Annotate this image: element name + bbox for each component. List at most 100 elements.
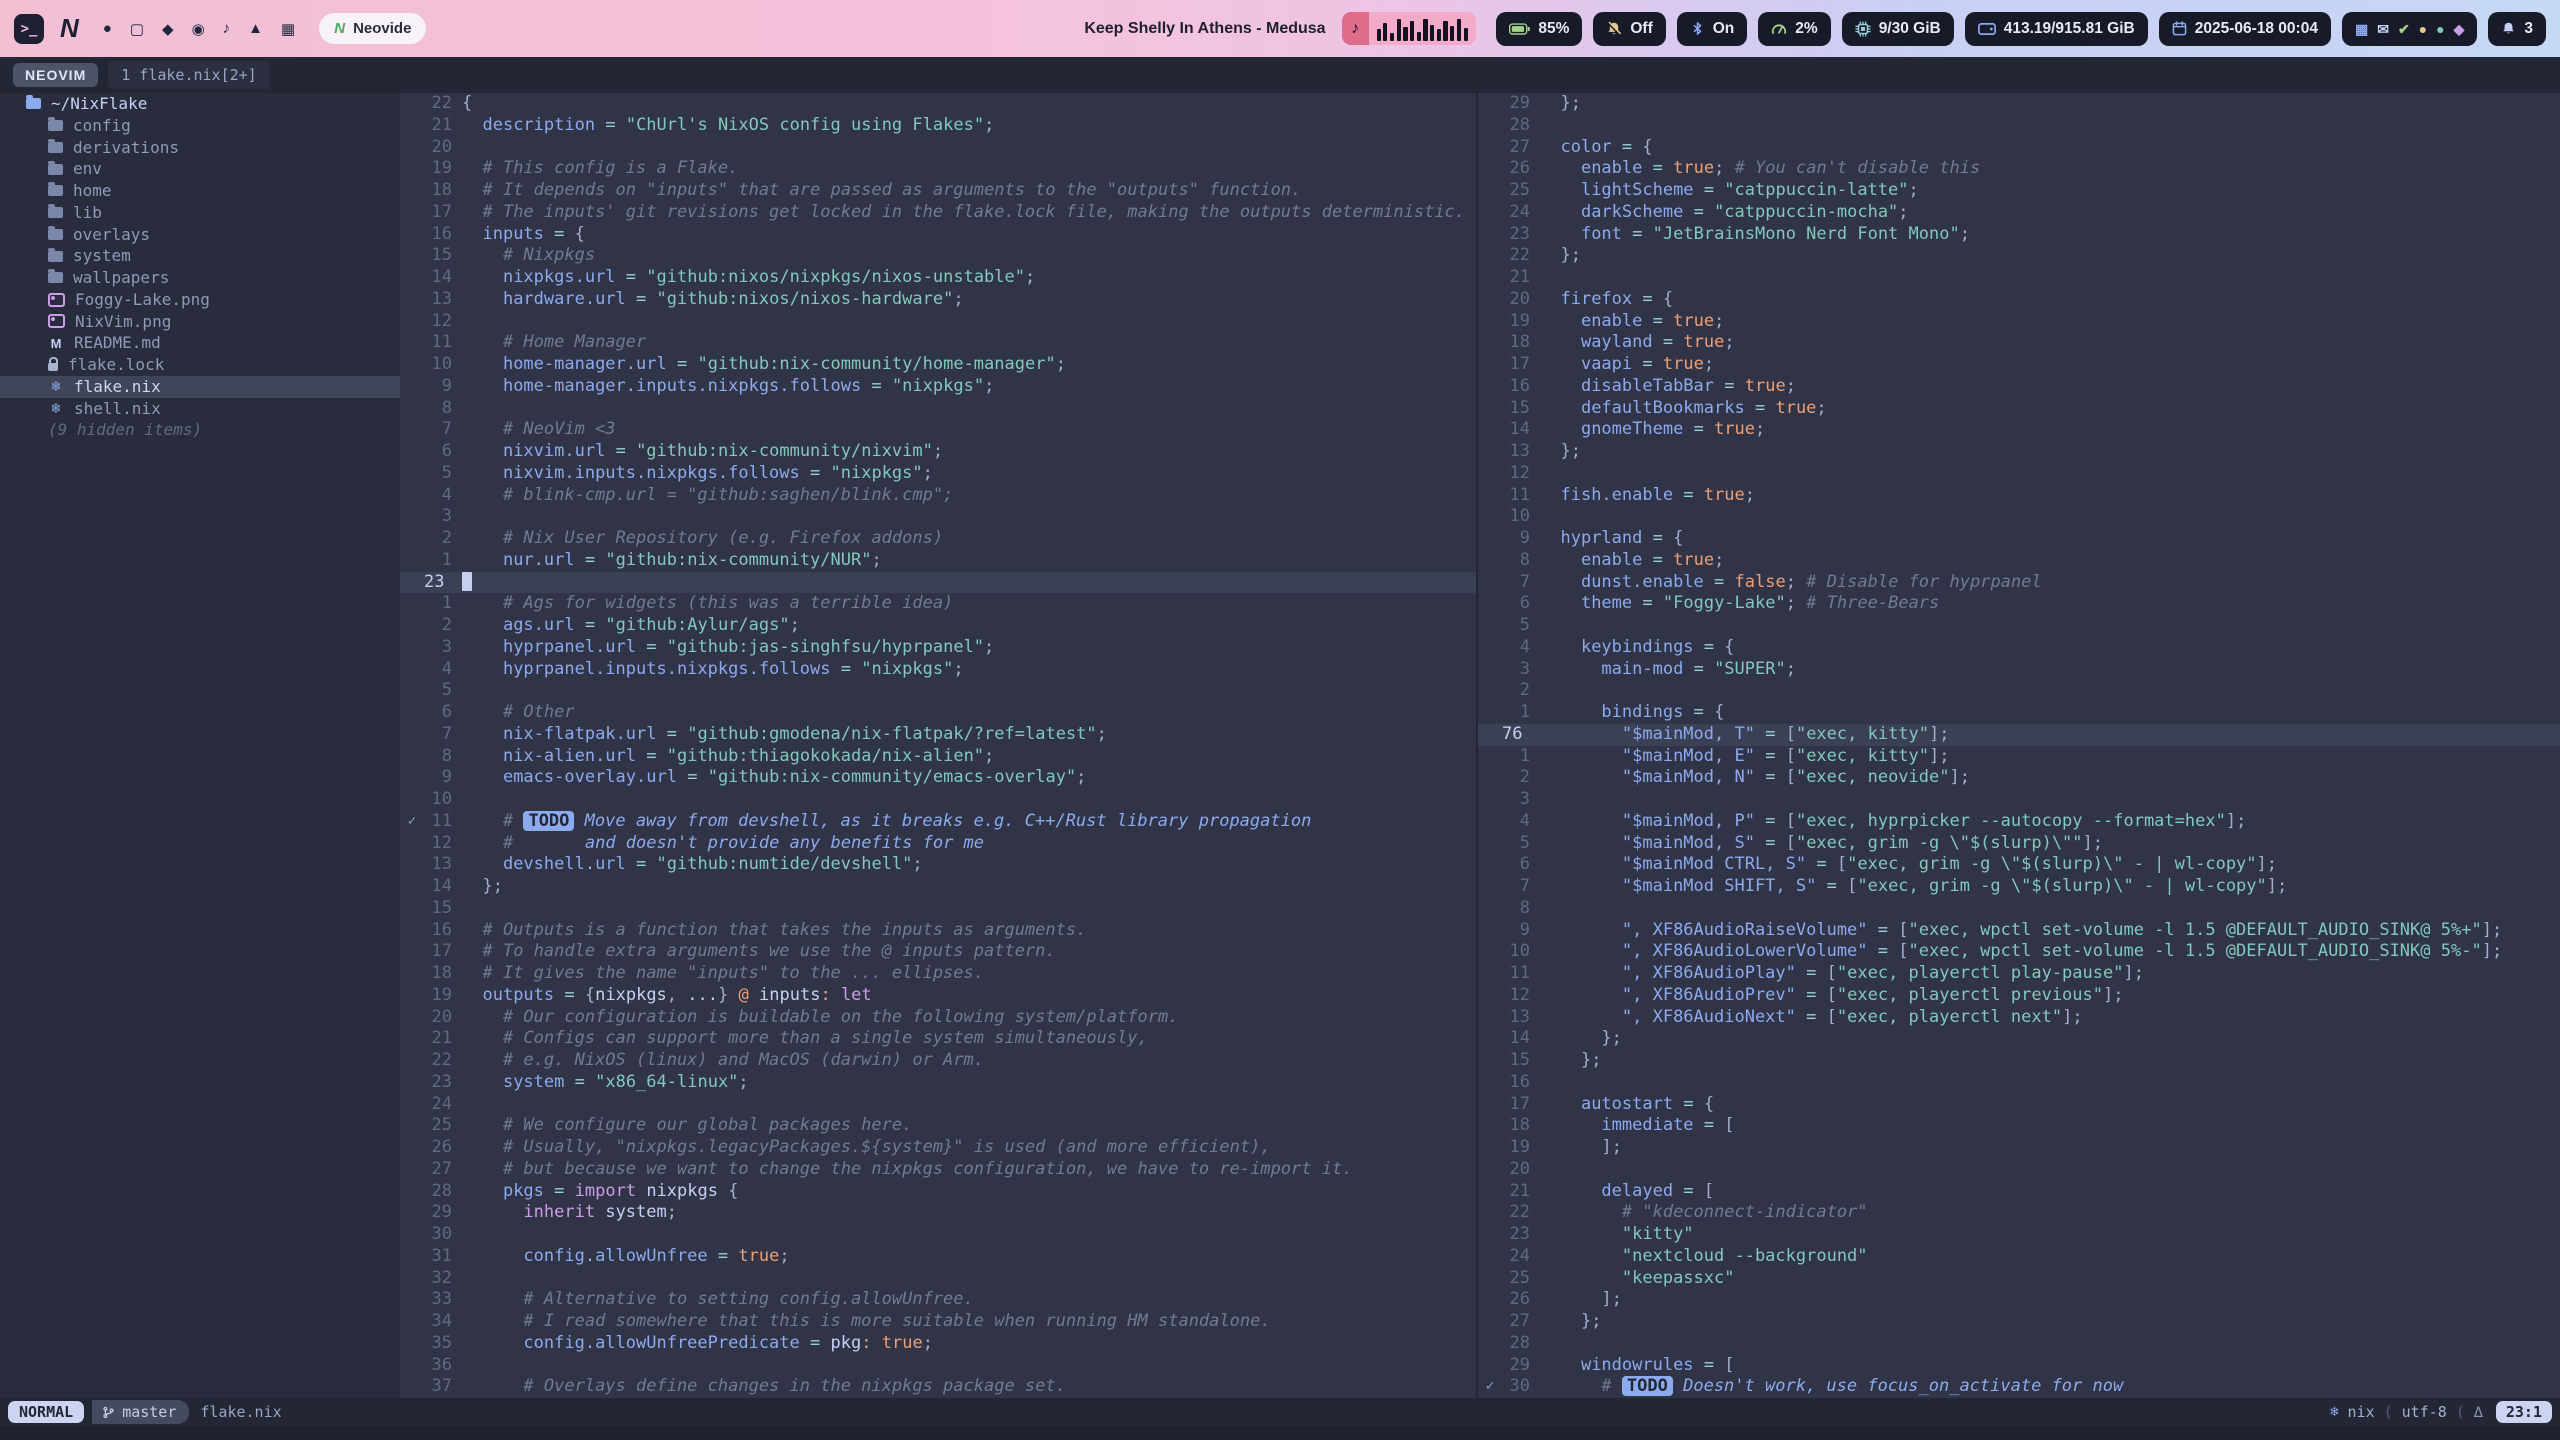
code-line[interactable]: 76 "$mainMod, T" = ["exec, kitty"]; <box>1478 724 2560 746</box>
code-line[interactable]: 21 <box>1478 267 2560 289</box>
code-line[interactable]: 7 "$mainMod SHIFT, S" = ["exec, grim -g … <box>1478 876 2560 898</box>
code-line[interactable]: 29 }; <box>1478 93 2560 115</box>
code-line[interactable]: 17 # To handle extra arguments we use th… <box>400 941 1476 963</box>
code-line[interactable]: 2 ags.url = "github:Aylur/ags"; <box>400 615 1476 637</box>
code-line[interactable]: 20 firefox = { <box>1478 289 2560 311</box>
code-line[interactable]: 14 nixpkgs.url = "github:nixos/nixpkgs/n… <box>400 267 1476 289</box>
code-line[interactable]: 19 enable = true; <box>1478 311 2560 333</box>
code-line[interactable]: 13 hardware.url = "github:nixos/nixos-ha… <box>400 289 1476 311</box>
tree-item-config[interactable]: config <box>0 115 400 137</box>
code-line[interactable]: 18 wayland = true; <box>1478 332 2560 354</box>
workspace-icon[interactable]: ▢ <box>130 20 144 38</box>
code-line[interactable]: 3 main-mod = "SUPER"; <box>1478 659 2560 681</box>
tree-item-home[interactable]: home <box>0 180 400 202</box>
tree-item-shell-nix[interactable]: ❄shell.nix <box>0 398 400 420</box>
code-line[interactable]: 2 "$mainMod, N" = ["exec, neovide"]; <box>1478 767 2560 789</box>
tree-item-wallpapers[interactable]: wallpapers <box>0 267 400 289</box>
tree-item-flake-lock[interactable]: flake.lock <box>0 354 400 376</box>
tree-item-foggy-lake-png[interactable]: Foggy-Lake.png <box>0 289 400 311</box>
music-visualizer[interactable]: ♪ <box>1342 12 1476 45</box>
code-line[interactable]: 20 # Our configuration is buildable on t… <box>400 1007 1476 1029</box>
editor-pane-left[interactable]: 22{21 description = "ChUrl's NixOS confi… <box>400 93 1476 1398</box>
editor-pane-right[interactable]: 29 };2827 color = {26 enable = true; # Y… <box>1478 93 2560 1398</box>
code-line[interactable]: 1 # Ags for widgets (this was a terrible… <box>400 593 1476 615</box>
tray-diamond-icon[interactable]: ◆ <box>2454 22 2465 36</box>
code-line[interactable]: 24 darkScheme = "catppuccin-mocha"; <box>1478 202 2560 224</box>
code-line[interactable]: 8 <box>400 398 1476 420</box>
code-line[interactable]: 19 ]; <box>1478 1137 2560 1159</box>
workspace-icon[interactable]: ◉ <box>192 20 205 38</box>
code-line[interactable]: 13 ", XF86AudioNext" = ["exec, playerctl… <box>1478 1007 2560 1029</box>
code-line[interactable]: 28 <box>1478 115 2560 137</box>
code-line[interactable]: 23 font = "JetBrainsMono Nerd Font Mono"… <box>1478 224 2560 246</box>
code-line[interactable]: 5 "$mainMod, S" = ["exec, grim -g \"$(sl… <box>1478 833 2560 855</box>
code-line[interactable]: 27 }; <box>1478 1311 2560 1333</box>
tray-grid-icon[interactable]: ▦ <box>2355 22 2368 36</box>
code-line[interactable]: 6 "$mainMod CTRL, S" = ["exec, grim -g \… <box>1478 854 2560 876</box>
idle-inhibitor-widget[interactable]: Off <box>1593 12 1665 46</box>
code-line[interactable]: 37 # Overlays define changes in the nixp… <box>400 1376 1476 1398</box>
code-line[interactable]: 35 config.allowUnfreePredicate = pkg: tr… <box>400 1333 1476 1355</box>
code-line[interactable]: 10 home-manager.url = "github:nix-commun… <box>400 354 1476 376</box>
code-line[interactable]: 20 <box>400 137 1476 159</box>
code-line[interactable]: 22 }; <box>1478 245 2560 267</box>
code-line[interactable]: 6 theme = "Foggy-Lake"; # Three-Bears <box>1478 593 2560 615</box>
code-line[interactable]: 16 # Outputs is a function that takes th… <box>400 920 1476 942</box>
tree-item-overlays[interactable]: overlays <box>0 224 400 246</box>
code-line[interactable]: 9 emacs-overlay.url = "github:nix-commun… <box>400 767 1476 789</box>
code-line[interactable]: 8 enable = true; <box>1478 550 2560 572</box>
code-line[interactable]: 15 }; <box>1478 1050 2560 1072</box>
code-line[interactable]: 8 <box>1478 898 2560 920</box>
notifications-widget[interactable]: 3 <box>2488 12 2546 46</box>
now-playing-label[interactable]: Keep Shelly In Athens - Medusa <box>1084 20 1325 38</box>
code-line[interactable]: 21 description = "ChUrl's NixOS config u… <box>400 115 1476 137</box>
tree-item-readme-md[interactable]: MREADME.md <box>0 332 400 354</box>
code-line[interactable]: 5 <box>400 680 1476 702</box>
buffer-tab[interactable]: 1 flake.nix[2+] <box>108 61 269 89</box>
code-line[interactable]: 33 # Alternative to setting config.allow… <box>400 1289 1476 1311</box>
code-line[interactable]: 25 lightScheme = "catppuccin-latte"; <box>1478 180 2560 202</box>
code-line[interactable]: 15 defaultBookmarks = true; <box>1478 398 2560 420</box>
disk-widget[interactable]: 413.19/915.81 GiB <box>1965 12 2148 46</box>
code-line[interactable]: 18 # It depends on "inputs" that are pas… <box>400 180 1476 202</box>
code-line[interactable]: 15 # Nixpkgs <box>400 245 1476 267</box>
code-line[interactable]: 9 hyprland = { <box>1478 528 2560 550</box>
code-line[interactable]: 2 # Nix User Repository (e.g. Firefox ad… <box>400 528 1476 550</box>
code-line[interactable]: 17 vaapi = true; <box>1478 354 2560 376</box>
terminal-icon[interactable]: >_ <box>14 14 44 44</box>
code-line[interactable]: 5 nixvim.inputs.nixpkgs.follows = "nixpk… <box>400 463 1476 485</box>
clock-widget[interactable]: 2025-06-18 00:04 <box>2159 12 2331 46</box>
code-line[interactable]: 14 }; <box>1478 1028 2560 1050</box>
code-line[interactable]: 26 enable = true; # You can't disable th… <box>1478 158 2560 180</box>
battery-widget[interactable]: 85% <box>1496 12 1582 46</box>
code-line[interactable]: 29 inherit system; <box>400 1202 1476 1224</box>
workspace-icon[interactable]: ♪ <box>223 20 231 38</box>
code-line[interactable]: 14 }; <box>400 876 1476 898</box>
code-line[interactable]: 31 config.allowUnfree = true; <box>400 1246 1476 1268</box>
code-line[interactable]: 11 fish.enable = true; <box>1478 485 2560 507</box>
code-line[interactable]: 17 # The inputs' git revisions get locke… <box>400 202 1476 224</box>
code-line[interactable]: 26 ]; <box>1478 1289 2560 1311</box>
code-line[interactable]: 17 autostart = { <box>1478 1094 2560 1116</box>
tray-dot2-icon[interactable]: ● <box>2436 22 2444 36</box>
code-line[interactable]: 22 # e.g. NixOS (linux) and MacOS (darwi… <box>400 1050 1476 1072</box>
code-line[interactable]: ✓11 # TODO Move away from devshell, as i… <box>400 811 1476 833</box>
tray-mail-icon[interactable]: ✉ <box>2377 22 2389 36</box>
code-line[interactable]: 23 system = "x86_64-linux"; <box>400 1072 1476 1094</box>
code-line[interactable]: 5 <box>1478 615 2560 637</box>
code-line[interactable]: 12 <box>400 311 1476 333</box>
code-line[interactable]: 10 <box>1478 506 2560 528</box>
code-line[interactable]: 22 # "kdeconnect-indicator" <box>1478 1202 2560 1224</box>
workspace-icon[interactable]: ▦ <box>281 20 295 38</box>
code-line[interactable]: 12 <box>1478 463 2560 485</box>
code-line[interactable]: 16 disableTabBar = true; <box>1478 376 2560 398</box>
code-line[interactable]: 11 ", XF86AudioPlay" = ["exec, playerctl… <box>1478 963 2560 985</box>
code-line[interactable]: 13 }; <box>1478 441 2560 463</box>
code-line[interactable]: 20 <box>1478 1159 2560 1181</box>
active-window-pill[interactable]: N Neovide <box>319 13 426 44</box>
code-line[interactable]: 7 dunst.enable = false; # Disable for hy… <box>1478 572 2560 594</box>
tree-item-system[interactable]: system <box>0 245 400 267</box>
code-line[interactable]: 26 # Usually, "nixpkgs.legacyPackages.${… <box>400 1137 1476 1159</box>
neovim-logo-icon[interactable]: N <box>60 13 79 44</box>
code-line[interactable]: 27 color = { <box>1478 137 2560 159</box>
